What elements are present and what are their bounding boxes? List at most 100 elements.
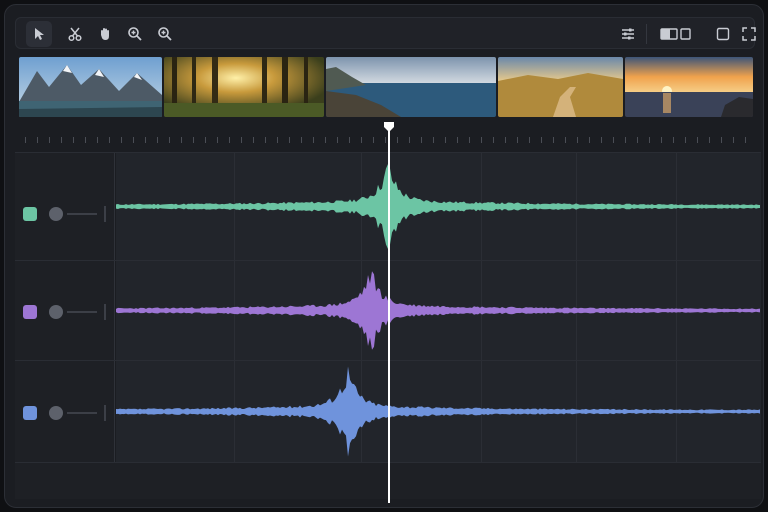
ruler-tick (409, 137, 410, 143)
hand-tool[interactable] (92, 21, 118, 47)
ruler-tick (529, 137, 530, 143)
ruler-tick (481, 137, 482, 143)
ruler-tick (649, 137, 650, 143)
track-toggle-dot[interactable] (49, 305, 63, 319)
ruler-tick (385, 137, 386, 143)
ruler-tick (325, 137, 326, 143)
ruler-tick (709, 137, 710, 143)
ruler-tick (493, 137, 494, 143)
ruler-tick (337, 137, 338, 143)
toolbar-divider (646, 24, 647, 44)
ruler-tick (169, 137, 170, 143)
timeline-editor-window (4, 4, 764, 508)
ruler-tick (589, 137, 590, 143)
ruler-tick (145, 137, 146, 143)
ruler-tick (397, 137, 398, 143)
settings-button[interactable] (615, 21, 641, 47)
thumbnail-golden-field-path[interactable] (498, 57, 623, 117)
split-view-button[interactable] (658, 21, 694, 47)
filmstrip[interactable] (19, 57, 753, 117)
ruler-tick (229, 137, 230, 143)
ruler-tick (373, 137, 374, 143)
ruler-tick (697, 137, 698, 143)
playhead[interactable] (388, 127, 390, 503)
ruler-tick (349, 137, 350, 143)
waveform-shape (116, 366, 760, 457)
track-lane-1[interactable] (116, 153, 761, 260)
fullscreen-icon (742, 27, 756, 41)
track-color-swatch[interactable] (23, 406, 37, 420)
track-toggle-dot[interactable] (49, 207, 63, 221)
ruler-tick (553, 137, 554, 143)
sliders-icon (622, 28, 634, 40)
track-lane-2[interactable] (116, 261, 761, 360)
waveform (116, 271, 760, 350)
ruler-tick (85, 137, 86, 143)
ruler-tick (265, 137, 266, 143)
ruler-tick (457, 137, 458, 143)
track-volume-line[interactable] (67, 412, 97, 414)
ruler-tick (601, 137, 602, 143)
thumbnail-mountain-lake[interactable] (19, 57, 162, 117)
ruler-tick (541, 137, 542, 143)
ruler-tick (565, 137, 566, 143)
track-header-1 (15, 153, 115, 260)
cursor-arrow-icon (35, 28, 44, 40)
ruler-tick (277, 137, 278, 143)
fullscreen-button[interactable] (736, 21, 762, 47)
track-toggle-dot[interactable] (49, 406, 63, 420)
ruler-tick (289, 137, 290, 143)
track-volume-line[interactable] (67, 311, 97, 313)
thumbnail-sunset-sea[interactable] (625, 57, 753, 117)
waveform-shape (116, 163, 760, 250)
ruler-tick (205, 137, 206, 143)
thumbnail-ocean-coast[interactable] (326, 57, 496, 117)
ruler-tick (109, 137, 110, 143)
playhead-handle[interactable] (383, 121, 395, 133)
ruler-tick (421, 137, 422, 143)
track-header-2 (15, 261, 115, 360)
cut-tool[interactable] (62, 21, 88, 47)
ruler-tick (445, 137, 446, 143)
track-color-swatch[interactable] (23, 305, 37, 319)
ruler-tick (193, 137, 194, 143)
ruler-tick (661, 137, 662, 143)
ruler-tick (301, 137, 302, 143)
ruler-tick (313, 137, 314, 143)
ruler-tick (241, 137, 242, 143)
ruler-tick (37, 137, 38, 143)
ruler-tick (517, 137, 518, 143)
ruler-tick (361, 137, 362, 143)
track-volume-handle[interactable] (104, 206, 106, 222)
single-view-button[interactable] (710, 21, 736, 47)
track-volume-line[interactable] (67, 213, 97, 215)
ruler-tick (745, 137, 746, 143)
zoom-in-tool[interactable] (122, 21, 148, 47)
ruler-tick (25, 137, 26, 143)
hand-icon (101, 28, 109, 40)
zoom-in-icon (128, 27, 142, 41)
ruler-tick (721, 137, 722, 143)
track-volume-handle[interactable] (104, 304, 106, 320)
ruler-tick (433, 137, 434, 143)
ruler-tick (97, 137, 98, 143)
ruler-tick (49, 137, 50, 143)
ruler-tick (73, 137, 74, 143)
single-view-icon (716, 27, 730, 41)
ruler-tick (577, 137, 578, 143)
track-lane-3[interactable] (116, 361, 761, 462)
ruler-tick (625, 137, 626, 143)
thumbnail-forest-sunlight[interactable] (164, 57, 324, 117)
ruler-tick (157, 137, 158, 143)
toolbar (15, 17, 756, 49)
ruler-tick (685, 137, 686, 143)
waveform (116, 366, 760, 457)
ruler-tick (469, 137, 470, 143)
ruler-tick (505, 137, 506, 143)
waveform (116, 163, 760, 250)
select-tool[interactable] (26, 21, 52, 47)
zoom-out-tool[interactable] (152, 21, 178, 47)
ruler-tick (133, 137, 134, 143)
track-volume-handle[interactable] (104, 405, 106, 421)
track-color-swatch[interactable] (23, 207, 37, 221)
